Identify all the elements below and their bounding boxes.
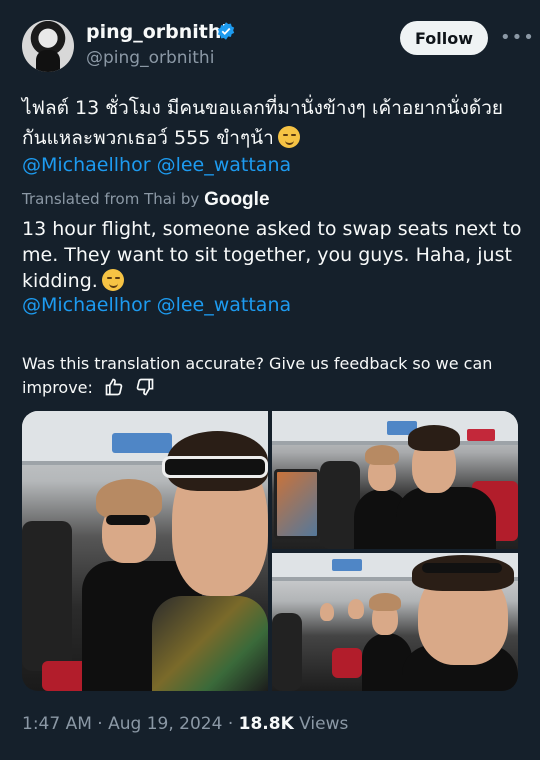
follow-button[interactable]: Follow bbox=[400, 21, 488, 55]
meta-separator: · bbox=[227, 714, 234, 734]
person-hair bbox=[408, 425, 460, 451]
tweet-text-english-content: 13 hour flight, someone asked to swap se… bbox=[22, 218, 522, 292]
person-hair-closeup bbox=[412, 555, 514, 591]
sunglasses-on-head bbox=[422, 563, 502, 573]
red-luggage bbox=[467, 429, 495, 441]
thumbs-up-icon[interactable] bbox=[104, 377, 124, 397]
media-grid bbox=[22, 411, 518, 691]
display-name[interactable]: ping_orbnithi bbox=[86, 21, 228, 43]
photo-3[interactable] bbox=[272, 553, 518, 691]
feedback-text: Was this translation accurate? Give us f… bbox=[22, 354, 493, 397]
seatback-screen bbox=[274, 469, 320, 539]
graphic-shirt bbox=[152, 596, 268, 691]
meta-separator: · bbox=[97, 714, 103, 734]
smirking-face-emoji-icon bbox=[101, 269, 124, 291]
more-options-icon[interactable]: ••• bbox=[500, 26, 534, 50]
thumbs-down-icon[interactable] bbox=[135, 377, 155, 397]
tweet-text-english: 13 hour flight, someone asked to swap se… bbox=[22, 216, 522, 294]
handle[interactable]: @ping_orbnithi bbox=[86, 48, 214, 68]
avatar[interactable] bbox=[22, 20, 74, 72]
views-label: Views bbox=[299, 714, 349, 734]
sunglasses-on-head bbox=[162, 456, 268, 478]
mentions-thai[interactable]: @Michaellhor @lee_wattana bbox=[22, 154, 291, 176]
tweet-timestamp: 1:47 AM · Aug 19, 2024 · 18.8K Views bbox=[22, 714, 348, 734]
translated-prefix: Translated from Thai by bbox=[22, 190, 200, 208]
google-logo-text: Google bbox=[204, 189, 270, 210]
photo-2[interactable] bbox=[272, 411, 518, 549]
verified-badge-icon bbox=[217, 22, 235, 40]
person-hair bbox=[365, 445, 399, 465]
tweet-header: ping_orbnithi @ping_orbnithi Follow ••• bbox=[22, 18, 534, 74]
seat-back bbox=[272, 613, 302, 691]
person-hair bbox=[369, 593, 401, 611]
person-shirt bbox=[396, 487, 496, 549]
sunglasses bbox=[106, 515, 150, 525]
passenger-face bbox=[320, 603, 334, 621]
translation-feedback: Was this translation accurate? Give us f… bbox=[22, 352, 522, 400]
blue-luggage bbox=[332, 559, 362, 571]
red-seat bbox=[332, 648, 362, 678]
tweet-time[interactable]: 1:47 AM bbox=[22, 714, 92, 734]
tweet-date[interactable]: Aug 19, 2024 bbox=[108, 714, 222, 734]
views-count[interactable]: 18.8K bbox=[239, 714, 294, 734]
passenger-face bbox=[348, 599, 364, 619]
blue-luggage bbox=[112, 433, 172, 453]
photo-1[interactable] bbox=[22, 411, 268, 691]
mentions-english[interactable]: @Michaellhor @lee_wattana bbox=[22, 294, 291, 316]
tweet-text-thai: ไฟลต์ 13 ชั่วโมง มีคนขอแลกที่มานั่งข้างๆ… bbox=[22, 93, 522, 153]
tweet-text-thai-content: ไฟลต์ 13 ชั่วโมง มีคนขอแลกที่มานั่งข้างๆ… bbox=[22, 97, 504, 149]
translated-attribution[interactable]: Translated from Thai by Google bbox=[22, 188, 270, 210]
seat-back bbox=[22, 521, 72, 671]
smirking-face-emoji-icon bbox=[277, 126, 300, 148]
person-hair bbox=[96, 479, 162, 519]
